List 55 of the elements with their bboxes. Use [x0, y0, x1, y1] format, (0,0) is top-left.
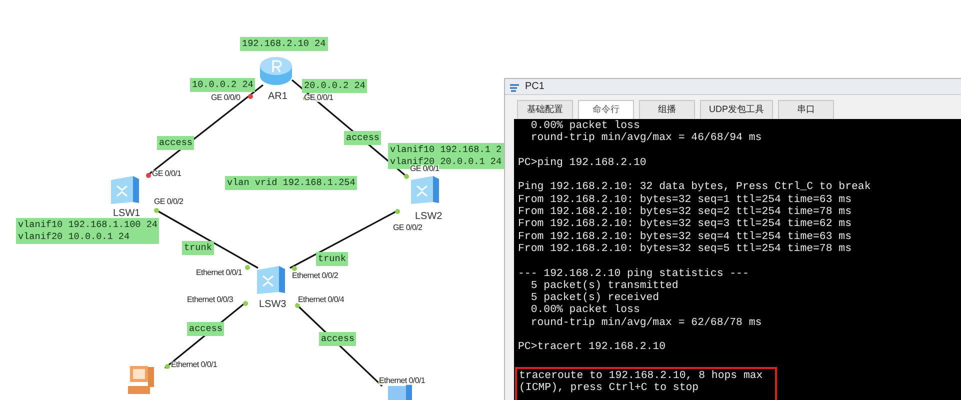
port-label: Ethernet 0/0/1	[379, 377, 426, 385]
config-note: access	[157, 136, 194, 150]
config-note: trunk	[182, 241, 214, 255]
terminal-line: round-trip min/avg/max = 62/68/78 ms	[530, 316, 763, 330]
tab[interactable]: UDP发包工具	[700, 100, 774, 119]
config-note: 20.0.0.2 24	[302, 79, 368, 93]
config-note: trunk	[316, 252, 348, 266]
device-label: AR1	[268, 92, 288, 102]
terminal-line: PC>ping 192.168.2.10	[518, 156, 648, 170]
port-label: GE 0/0/0	[211, 94, 240, 102]
port-label: GE 0/0/2	[393, 224, 422, 232]
terminal-line: (ICMP), press Ctrl+C to stop	[519, 382, 700, 395]
window-title: PC1	[525, 80, 544, 94]
port-label: GE 0/0/1	[410, 165, 440, 173]
terminal-line: 0.00% packet loss	[530, 304, 641, 317]
port-label: Ethernet 0/0/1	[196, 269, 242, 277]
config-note: vlan vrid 192.168.1.254	[225, 176, 358, 190]
port-label: GE 0/0/2	[154, 198, 184, 206]
terminal-line: 0.00% packet loss	[530, 120, 641, 132]
port-label: GE 0/0/1	[152, 170, 182, 178]
terminal-line: From 192.168.2.10: bytes=32 seq=4 ttl=254 time=63 ms	[518, 230, 853, 243]
tab[interactable]: 基础配置	[517, 100, 573, 119]
terminal-line: From 192.168.2.10: bytes=32 seq=2 ttl=254 time=78 ms	[518, 206, 853, 218]
port-label: Ethernet 0/0/1	[171, 361, 218, 369]
tab[interactable]: 串口	[778, 100, 834, 119]
config-note: vlanif10 192.168.1.100 24 vlanif20 10.0.0.1 24	[16, 218, 160, 244]
device-label: LSW3	[259, 300, 286, 310]
switch-icon	[109, 174, 141, 206]
device-label: LSW1	[113, 209, 140, 219]
config-note: 10.0.0.2 24	[190, 78, 256, 92]
terminal-line: From 192.168.2.10: bytes=32 seq=1 ttl=254 time=63 ms	[518, 194, 853, 206]
switch-icon	[255, 264, 287, 296]
port-label: Ethernet 0/0/4	[298, 296, 344, 304]
port-label: GE 0/0/1	[304, 94, 334, 102]
config-note: access	[319, 332, 356, 346]
device-label: LSW2	[415, 212, 442, 222]
terminal-line: Ping 192.168.2.10: 32 data bytes, Press Ctrl_C to break	[518, 181, 872, 194]
terminal-line: traceroute to 192.168.2.10, 8 hops max	[519, 370, 764, 382]
tab[interactable]: 组播	[639, 100, 695, 119]
port-label: Ethernet 0/0/2	[292, 272, 338, 280]
terminal-line: round-trip min/avg/max = 46/68/94 ms	[530, 132, 763, 145]
config-note: access	[187, 322, 224, 336]
router-icon	[259, 56, 293, 86]
config-note: 192.168.2.10 24	[240, 37, 328, 51]
terminal-line: From 192.168.2.10: bytes=32 seq=3 ttl=254 time=62 ms	[518, 218, 853, 231]
terminal-line: 5 packet(s) transmitted	[530, 280, 680, 292]
terminal-line: PC>tracert 192.168.2.10	[518, 341, 667, 354]
terminal-line: 5 packet(s) received	[530, 292, 660, 304]
config-note: access	[344, 131, 382, 145]
terminal-line: From 192.168.2.10: bytes=32 seq=5 ttl=254 time=78 ms	[518, 242, 853, 256]
switch-icon	[409, 174, 441, 206]
tab[interactable]: 命令行	[578, 100, 634, 119]
app-icon	[509, 82, 521, 92]
port-label: Ethernet 0/0/3	[187, 296, 234, 304]
terminal-line: --- 192.168.2.10 ping statistics ---	[518, 268, 750, 280]
